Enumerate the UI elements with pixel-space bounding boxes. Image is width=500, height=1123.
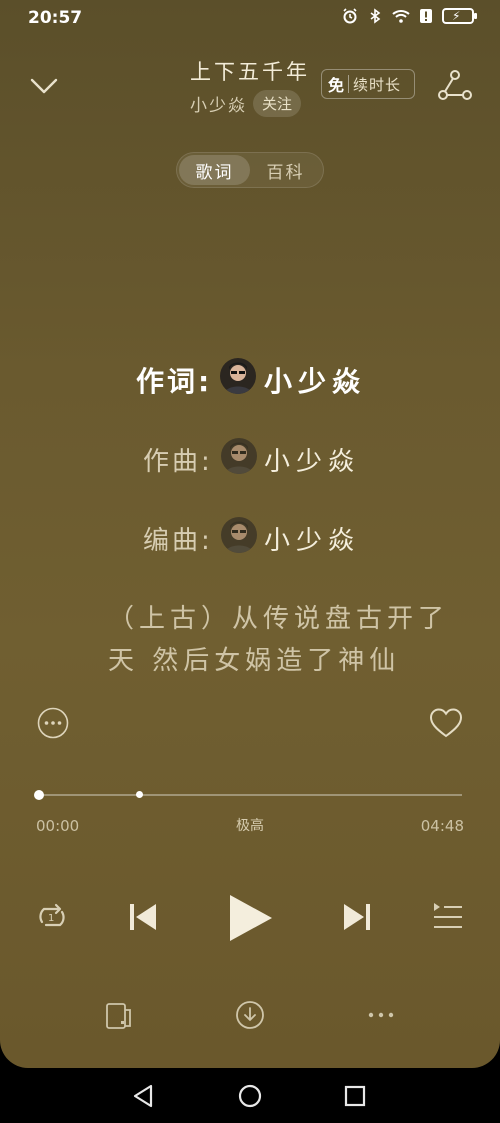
play-icon[interactable] bbox=[226, 893, 274, 943]
back-icon[interactable] bbox=[132, 1084, 154, 1108]
recents-icon[interactable] bbox=[344, 1085, 366, 1107]
more-circle-icon[interactable] bbox=[37, 707, 69, 739]
vip-free-label: 免 bbox=[328, 76, 345, 95]
buffer-marker bbox=[136, 791, 143, 798]
repeat-one-icon[interactable]: 1 bbox=[34, 900, 70, 934]
artist-name[interactable]: 小少焱 bbox=[190, 91, 247, 116]
credit-role: 作曲: bbox=[143, 447, 213, 477]
home-icon[interactable] bbox=[238, 1084, 262, 1108]
lyric-line[interactable]: （上古）从传说盘古开了 bbox=[108, 598, 468, 635]
wifi-icon bbox=[392, 10, 410, 23]
system-nav-bar bbox=[0, 1068, 500, 1123]
share-graph-icon[interactable] bbox=[437, 68, 473, 102]
song-title: 上下五千年 bbox=[190, 60, 310, 84]
avatar[interactable] bbox=[221, 438, 257, 474]
total-time: 04:48 bbox=[420, 817, 464, 835]
skip-previous-icon[interactable] bbox=[127, 901, 159, 933]
follow-button[interactable]: 关注 bbox=[253, 90, 302, 117]
credit-name[interactable]: 小少焱 bbox=[264, 360, 366, 400]
bluetooth-icon bbox=[370, 8, 381, 24]
vip-extend-label: 续时长 bbox=[353, 75, 402, 94]
lyric-line[interactable]: 天 然后女娲造了神仙 bbox=[108, 640, 468, 677]
battery-icon: ⚡ bbox=[442, 8, 477, 24]
lyrics-wiki-tab-switch: 歌词 百科 bbox=[176, 152, 324, 188]
progress-track[interactable] bbox=[38, 794, 462, 796]
more-horizontal-icon[interactable] bbox=[367, 1008, 395, 1022]
device-cast-icon[interactable] bbox=[104, 1001, 134, 1031]
skip-next-icon[interactable] bbox=[341, 901, 373, 933]
alarm-icon bbox=[343, 8, 357, 24]
credit-name[interactable]: 小少焱 bbox=[264, 441, 360, 478]
credit-role: 作词: bbox=[136, 365, 213, 398]
svg-text:1: 1 bbox=[48, 913, 54, 924]
tab-wiki[interactable]: 百科 bbox=[250, 155, 321, 185]
playlist-icon[interactable] bbox=[432, 900, 464, 934]
avatar[interactable] bbox=[221, 517, 257, 553]
avatar[interactable] bbox=[220, 358, 256, 394]
heart-icon[interactable] bbox=[429, 707, 463, 739]
vip-extend-button[interactable]: 免 续时长 bbox=[321, 69, 415, 99]
status-icons: ⚡ bbox=[342, 8, 477, 24]
artist-row: 小少焱 关注 bbox=[190, 90, 302, 117]
credit-name[interactable]: 小少焱 bbox=[264, 520, 360, 557]
progress-thumb[interactable] bbox=[34, 790, 44, 800]
status-time: 20:57 bbox=[28, 8, 83, 28]
tab-lyrics[interactable]: 歌词 bbox=[179, 155, 250, 185]
download-icon[interactable] bbox=[235, 1000, 265, 1030]
player-screen: 20:57 ⚡ 上下五千年 小少焱 关注 免 续时长 歌词 百科 作词: 小少焱… bbox=[0, 0, 500, 1068]
credit-role: 编曲: bbox=[143, 526, 213, 556]
alert-icon bbox=[420, 9, 432, 23]
